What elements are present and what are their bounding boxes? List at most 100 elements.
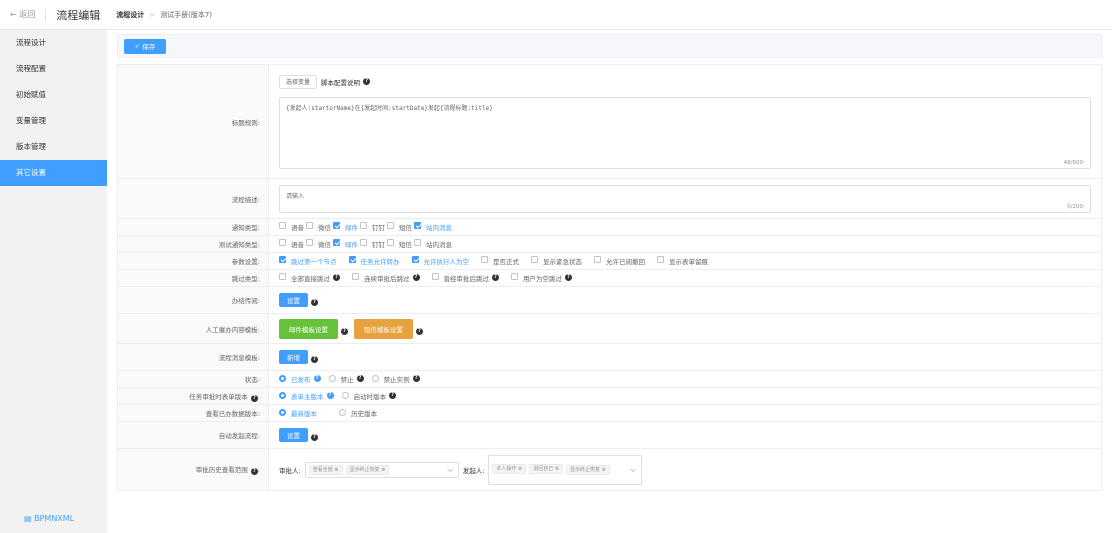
checkbox-option[interactable]: 允许执行人为空 [411,256,470,266]
checkbox-icon [352,273,359,281]
radio-published[interactable]: 已发布? [279,374,321,384]
help-icon[interactable]: ? [333,274,340,282]
back-link[interactable]: ← 返回 [10,9,35,20]
breadcrumb-current[interactable]: 流程设计 [116,10,144,20]
checkbox-label: 显示表单留痕 [669,257,708,266]
chevron-down-icon [630,465,637,472]
auto-start-settings-button[interactable]: 设置 [279,428,308,442]
checkbox-option[interactable]: 站内消息 [414,222,452,232]
sidebar-item-flow-config[interactable]: 流程配置 [0,56,107,82]
sidebar-item-other-settings[interactable]: 其它设置 [0,160,107,186]
radio-history-version[interactable]: 历史版本 [339,408,377,418]
checkbox-option[interactable]: 任务允许转办 [348,256,400,266]
notify-type-label: 通知类型: [117,218,269,236]
help-icon[interactable]: ? [313,375,321,383]
save-button[interactable]: ✓ 保存 [124,38,166,54]
help-icon[interactable]: ? [389,392,397,400]
checkbox-label: 邮件 [345,223,358,232]
checkbox-option[interactable]: 邮件 [333,239,358,249]
radio-main-version[interactable]: 表单主版本? [279,391,334,401]
radio-label: 已发布 [291,375,311,384]
checkbox-option[interactable]: 显示紧急状态 [531,256,582,266]
file-icon: ▤ [24,514,35,523]
checkbox-option[interactable]: 钉钉 [360,239,385,249]
help-icon[interactable]: ? [416,327,423,335]
radio-icon [328,375,336,383]
checkbox-option[interactable]: 曾经审批后跳过? [431,273,499,283]
select-variable-button[interactable]: 选择变量 [279,74,318,89]
form-row-office-time: 办结传阅: 设置? [117,286,1102,314]
checkbox-icon [279,239,286,247]
checkbox-icon [279,222,286,230]
sidebar-item-variables[interactable]: 变量管理 [0,108,107,134]
checkbox-label: 邮件 [345,240,358,249]
desc-label: 流程描述: [117,178,269,219]
form-row-desc: 流程描述: 0/200 [117,178,1102,219]
divider [45,8,47,21]
checkbox-option[interactable]: 短信 [387,239,412,249]
auto-start-label: 自动发起流程: [117,421,269,449]
checkbox-label: 是否正式 [493,257,519,266]
checkbox-option[interactable]: 是否正式 [481,256,519,266]
help-icon[interactable]: ? [326,392,334,400]
help-icon[interactable]: ? [250,394,258,402]
sms-template-button[interactable]: 短信模板设置 [354,318,413,339]
checkbox-option[interactable]: 用户为空跳过? [511,273,572,283]
help-icon[interactable]: ? [356,375,364,383]
help-icon[interactable]: ? [363,78,371,85]
add-template-button[interactable]: 新增 [279,350,308,364]
form-row-task-form-version: 任务审批时表单版本?: 表单主版本? 启动时版本? [117,387,1102,405]
radio-label: 表单主版本 [291,392,324,401]
checkbox-icon [333,222,340,230]
task-form-version-label: 任务审批时表单版本?: [117,387,269,405]
desc-textarea[interactable] [279,184,1091,213]
tag: 退回自己 ⊗ [529,463,563,474]
bpmnxml-link[interactable]: ▤ BPMNXML [24,514,74,523]
checkbox-option[interactable]: 语音 [279,239,304,249]
checkbox-option[interactable]: 微信 [306,222,331,232]
mail-template-button[interactable]: 邮件模板设置 [279,318,338,339]
sidebar-item-flow-design[interactable]: 流程设计 [0,30,107,56]
checkbox-label: 显示紧急状态 [543,257,582,266]
help-icon[interactable]: ? [412,375,420,383]
approver-select[interactable]: 查看全部 ⊗ 显示终止恢复 ⊗ [304,461,459,478]
starter-select[interactable]: 本人操作 ⊗ 退回自己 ⊗ 显示终止恢复 ⊗ [488,454,643,485]
sidebar-item-initial-value[interactable]: 初始赋值 [0,82,107,108]
checkbox-option[interactable]: 跳过第一个节点 [279,256,337,266]
radio-forbidden[interactable]: 禁止? [328,374,364,384]
help-icon[interactable]: ? [565,274,572,282]
help-icon[interactable]: ? [492,274,499,282]
checkbox-option[interactable]: 全部直接跳过? [279,273,340,283]
tag: 显示终止恢复 ⊗ [345,464,390,475]
checkbox-label: 站内消息 [426,240,452,249]
msg-template-label: 流程消息模板: [117,343,269,371]
checkbox-option[interactable]: 连续审批后跳过? [352,273,420,283]
approver-label: 审批人: [279,466,301,475]
checkbox-option[interactable]: 语音 [279,222,304,232]
help-icon[interactable]: ? [311,356,318,363]
checkbox-option[interactable]: 微信 [306,239,331,249]
radio-latest-version[interactable]: 最新版本 [279,408,317,418]
help-icon[interactable]: ? [341,327,348,335]
help-icon[interactable]: ? [311,299,318,306]
help-icon[interactable]: ? [311,434,318,441]
checkbox-option[interactable]: 站内消息 [414,239,452,249]
radio-start-version[interactable]: 启动时版本? [341,391,397,401]
checkbox-option[interactable]: 显示表单留痕 [657,256,708,266]
checkbox-icon [431,273,439,281]
checkbox-label: 允许执行人为空 [423,257,470,266]
tag: 查看全部 ⊗ [308,464,343,475]
radio-forbid-instance[interactable]: 禁止实例? [371,374,420,384]
help-icon[interactable]: ? [412,274,420,282]
help-icon[interactable]: ? [250,468,258,475]
office-time-settings-button[interactable]: 设置 [279,293,308,307]
title-rule-textarea[interactable]: {发起人:startorName}在{发起时间:startDate}发起{流程标… [279,96,1091,169]
checkbox-option[interactable]: 允许已阅撤回 [594,256,645,266]
sidebar-item-versions[interactable]: 版本管理 [0,134,107,160]
checkbox-option[interactable]: 短信 [387,222,412,232]
checkbox-icon [360,239,367,247]
radio-label: 启动时版本 [353,392,387,401]
checkbox-option[interactable]: 邮件 [333,222,358,232]
checkbox-option[interactable]: 钉钉 [360,222,385,232]
char-counter: 0/200 [1067,203,1083,210]
